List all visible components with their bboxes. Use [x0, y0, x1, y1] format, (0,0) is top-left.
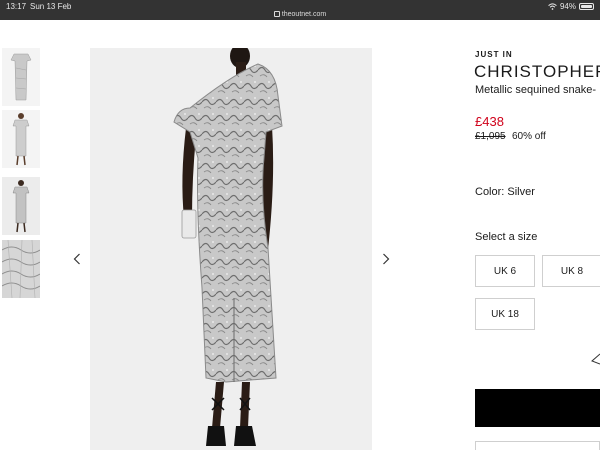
size-option-uk-8[interactable]: UK 8	[542, 255, 600, 287]
address-url: theoutnet.com	[281, 11, 327, 18]
model-back-photo	[90, 48, 372, 450]
chevron-left-icon	[73, 253, 80, 265]
status-bar: 13:17 Sun 13 Feb theoutnet.com 94%	[0, 0, 600, 20]
sale-price: £438	[475, 114, 504, 129]
wifi-icon	[548, 3, 557, 10]
status-right: 94%	[548, 2, 594, 11]
size-option-uk-18[interactable]: UK 18	[475, 298, 535, 330]
address-bar[interactable]: theoutnet.com	[0, 11, 600, 18]
thumbnail-front-full-length[interactable]	[2, 48, 40, 106]
brand-name[interactable]: CHRISTOPHER	[474, 62, 600, 82]
size-option-uk-6[interactable]: UK 6	[475, 255, 535, 287]
previous-image-button[interactable]	[70, 251, 84, 267]
battery-icon	[579, 3, 594, 10]
original-price: £1,095	[475, 131, 506, 142]
battery-percent: 94%	[559, 2, 576, 11]
just-in-badge: JUST IN	[475, 50, 513, 59]
add-to-bag-button[interactable]	[475, 389, 600, 427]
lock-icon	[273, 11, 280, 18]
color-label: Color: Silver	[475, 186, 535, 198]
next-image-button[interactable]	[379, 251, 393, 267]
model-front-image	[2, 110, 40, 168]
thumbnail-fabric-detail[interactable]	[2, 240, 40, 298]
size-guide-icon[interactable]	[590, 352, 600, 366]
chevron-right-icon	[383, 253, 390, 265]
status-date: Sun 13 Feb	[30, 2, 72, 11]
product-main-image[interactable]	[90, 48, 372, 450]
thumbnail-front-on-model[interactable]	[2, 110, 40, 168]
discount-label: 60% off	[512, 131, 546, 142]
thumbnail-back-on-model[interactable]	[2, 177, 40, 235]
status-time: 13:17	[6, 2, 27, 11]
add-to-wishlist-button[interactable]	[475, 441, 600, 450]
size-label: Select a size	[475, 231, 538, 243]
fabric-detail-image	[2, 240, 40, 298]
product-title: Metallic sequined snake-	[475, 84, 597, 96]
model-back-image	[2, 177, 40, 235]
dress-front-image	[2, 48, 40, 106]
